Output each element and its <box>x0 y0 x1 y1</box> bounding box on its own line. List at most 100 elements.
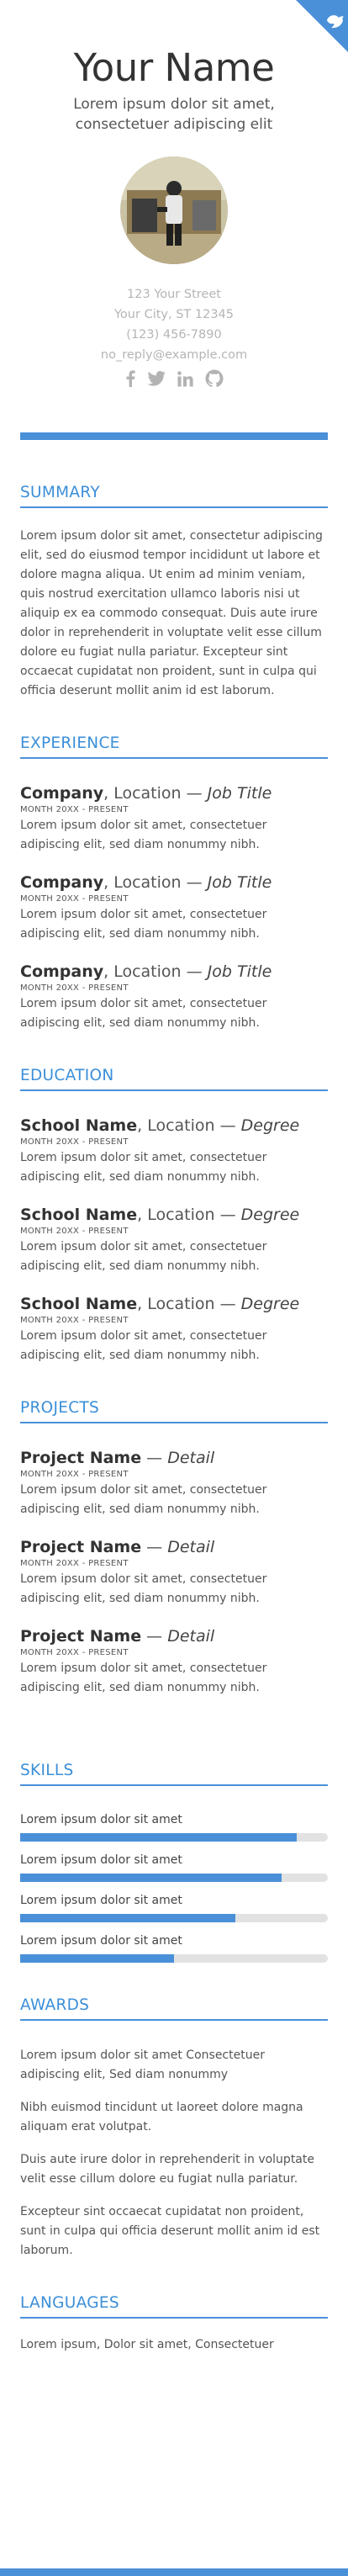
entry-heading: Company, Location — Job Title <box>20 961 328 983</box>
project-entry: Project Name — Detail MONTH 20XX - PRESE… <box>20 1536 328 1609</box>
awards-list: Lorem ipsum dolor sit amet Consectetuer … <box>20 2046 328 2261</box>
skill-bar-fill <box>20 1833 298 1842</box>
linkedin-icon[interactable] <box>177 370 193 387</box>
entry-org: Project Name <box>20 1538 142 1556</box>
contact-city: Your City, ST 12345 <box>114 308 234 321</box>
entry-role: Degree <box>240 1116 300 1135</box>
contact-email[interactable]: no_reply@example.com <box>20 345 328 365</box>
experience-entry: Company, Location — Job Title MONTH 20XX… <box>20 961 328 1033</box>
entry-description: Lorem ipsum dolor sit amet, consectetuer… <box>20 997 267 1030</box>
experience-entry: Company, Location — Job Title MONTH 20XX… <box>20 872 328 944</box>
entry-heading: Project Name — Detail <box>20 1447 328 1469</box>
section-title-education: EDUCATION <box>20 1067 328 1091</box>
award-item: Nibh euismod tincidunt ut laoreet dolore… <box>20 2101 303 2133</box>
twitter-icon[interactable] <box>147 371 166 386</box>
project-entry: Project Name — Detail MONTH 20XX - PRESE… <box>20 1625 328 1698</box>
entry-role: Job Title <box>207 962 272 981</box>
education-list: School Name, Location — Degree MONTH 20X… <box>20 1115 328 1365</box>
resume-tagline: Lorem ipsum dolor sit amet, consectetuer… <box>73 96 275 133</box>
entry-role: Detail <box>167 1538 215 1556</box>
entry-heading: Company, Location — Job Title <box>20 872 328 893</box>
contact-phone: (123) 456-7890 <box>126 328 222 342</box>
languages-section: LANGUAGES Lorem ipsum, Dolor sit amet, C… <box>20 2294 328 2355</box>
entry-location: — <box>141 1538 168 1556</box>
section-title-languages: LANGUAGES <box>20 2294 328 2319</box>
experience-section: EXPERIENCE Company, Location — Job Title… <box>20 734 328 1033</box>
contact-block: 123 Your Street Your City, ST 12345 (123… <box>20 284 328 365</box>
skill-bar-track <box>20 1914 328 1922</box>
entry-description: Lorem ipsum dolor sit amet, consectetuer… <box>20 1483 267 1516</box>
entry-heading: School Name, Location — Degree <box>20 1293 328 1315</box>
section-title-awards: AWARDS <box>20 1996 328 2021</box>
entry-location: , Location — <box>103 873 208 892</box>
entry-date: MONTH 20XX - PRESENT <box>20 983 129 993</box>
skills-section: SKILLS Lorem ipsum dolor sit amet Lorem … <box>20 1762 328 1963</box>
projects-section: PROJECTS Project Name — Detail MONTH 20X… <box>20 1399 328 1698</box>
entry-location: , Location — <box>137 1206 241 1224</box>
footer-bar <box>0 2568 348 2576</box>
skill-bar-fill <box>20 1874 282 1882</box>
entry-role: Job Title <box>207 873 272 892</box>
corner-badge <box>296 0 348 52</box>
awards-section: AWARDS Lorem ipsum dolor sit amet Consec… <box>20 1996 328 2261</box>
education-entry: School Name, Location — Degree MONTH 20X… <box>20 1115 328 1187</box>
entry-heading: Project Name — Detail <box>20 1536 328 1558</box>
entry-location: — <box>141 1627 168 1646</box>
entry-org: Company <box>20 784 104 803</box>
section-title-experience: EXPERIENCE <box>20 734 328 759</box>
resume-name: Your Name <box>73 45 275 90</box>
facebook-icon[interactable] <box>125 370 135 387</box>
entry-location: , Location — <box>103 784 208 803</box>
experience-entry: Company, Location — Job Title MONTH 20XX… <box>20 782 328 855</box>
skills-list: Lorem ipsum dolor sit amet Lorem ipsum d… <box>20 1811 328 1963</box>
entry-location: , Location — <box>103 962 208 981</box>
section-title-projects: PROJECTS <box>20 1399 328 1423</box>
entry-org: Project Name <box>20 1627 142 1646</box>
entry-description: Lorem ipsum dolor sit amet, consectetuer… <box>20 1572 267 1605</box>
project-entry: Project Name — Detail MONTH 20XX - PRESE… <box>20 1447 328 1519</box>
entry-org: School Name <box>20 1295 138 1313</box>
section-title-skills: SKILLS <box>20 1762 328 1786</box>
entry-location: , Location — <box>137 1295 241 1313</box>
education-section: EDUCATION School Name, Location — Degree… <box>20 1067 328 1365</box>
entry-heading: Company, Location — Job Title <box>20 782 328 804</box>
skill-bar-track <box>20 1833 328 1842</box>
entry-org: School Name <box>20 1206 138 1224</box>
profile-photo <box>120 156 228 264</box>
skill-label: Lorem ipsum dolor sit amet <box>20 1934 182 1948</box>
social-links <box>20 367 328 390</box>
header-divider-bar <box>20 432 328 440</box>
entry-location: — <box>141 1449 168 1467</box>
entry-role: Detail <box>167 1627 215 1646</box>
entry-role: Degree <box>240 1295 300 1313</box>
award-item: Duis aute irure dolor in reprehenderit i… <box>20 2153 314 2186</box>
entry-role: Degree <box>240 1206 300 1224</box>
entry-date: MONTH 20XX - PRESENT <box>20 894 129 904</box>
skill-label: Lorem ipsum dolor sit amet <box>20 1894 182 1907</box>
entry-org: Company <box>20 873 104 892</box>
languages-text: Lorem ipsum, Dolor sit amet, Consectetue… <box>20 2338 274 2351</box>
entry-date: MONTH 20XX - PRESENT <box>20 1559 129 1568</box>
summary-text: Lorem ipsum dolor sit amet, consectetur … <box>20 529 323 697</box>
entry-date: MONTH 20XX - PRESENT <box>20 805 129 814</box>
github-icon[interactable] <box>205 369 224 388</box>
skill-item: Lorem ipsum dolor sit amet <box>20 1892 328 1922</box>
entry-date: MONTH 20XX - PRESENT <box>20 1648 129 1657</box>
section-title-summary: SUMMARY <box>20 484 328 508</box>
entry-location: , Location — <box>137 1116 241 1135</box>
entry-description: Lorem ipsum dolor sit amet, consectetuer… <box>20 1240 267 1273</box>
summary-section: SUMMARY Lorem ipsum dolor sit amet, cons… <box>20 484 328 701</box>
entry-description: Lorem ipsum dolor sit amet, consectetuer… <box>20 819 267 851</box>
education-entry: School Name, Location — Degree MONTH 20X… <box>20 1204 328 1276</box>
skill-bar-track <box>20 1954 328 1963</box>
entry-description: Lorem ipsum dolor sit amet, consectetuer… <box>20 1329 267 1362</box>
entry-heading: School Name, Location — Degree <box>20 1204 328 1226</box>
entry-description: Lorem ipsum dolor sit amet, consectetuer… <box>20 1151 267 1184</box>
entry-role: Detail <box>167 1449 215 1467</box>
entry-date: MONTH 20XX - PRESENT <box>20 1227 129 1236</box>
entry-org: Company <box>20 962 104 981</box>
award-item: Excepteur sint occaecat cupidatat non pr… <box>20 2205 320 2257</box>
entry-description: Lorem ipsum dolor sit amet, consectetuer… <box>20 908 267 941</box>
skill-label: Lorem ipsum dolor sit amet <box>20 1813 182 1826</box>
education-entry: School Name, Location — Degree MONTH 20X… <box>20 1293 328 1365</box>
